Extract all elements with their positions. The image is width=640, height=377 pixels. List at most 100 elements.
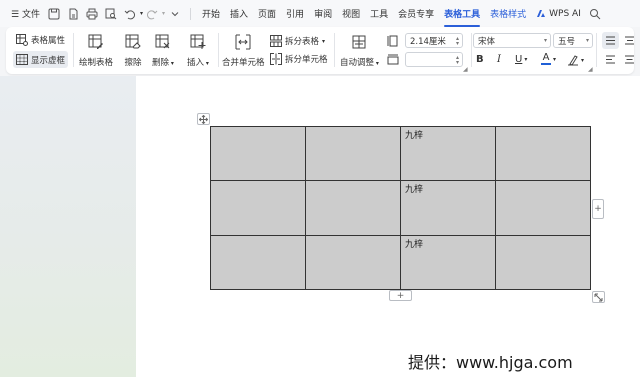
split-table-icon: [270, 35, 282, 47]
tab-page[interactable]: 页面: [253, 7, 281, 20]
tab-tools[interactable]: 工具: [365, 7, 393, 20]
insert-button[interactable]: 插入 ▾: [187, 32, 209, 68]
row-height-stepper-icon[interactable]: ▴ ▾: [456, 35, 459, 46]
align-top-button[interactable]: [602, 32, 619, 49]
italic-button[interactable]: I: [497, 54, 501, 65]
table-properties-icon: [16, 34, 28, 46]
clear-format-icon: [568, 55, 578, 66]
plus-icon: +: [594, 204, 602, 214]
auto-adjust-icon: [352, 35, 366, 49]
font-name-select[interactable]: 宋体 ▾: [473, 33, 551, 48]
table-move-handle-icon[interactable]: [197, 113, 210, 125]
show-gridlines-button[interactable]: 显示虚框: [13, 51, 69, 68]
draw-table-icon: [88, 34, 103, 49]
merge-cells-button[interactable]: 合并单元格: [222, 32, 265, 68]
table-cell[interactable]: [210, 180, 306, 236]
tab-home[interactable]: 开始: [197, 7, 225, 20]
table-cell[interactable]: [305, 125, 401, 182]
column-width-input[interactable]: ▴ ▾: [405, 52, 463, 67]
eraser-icon: [125, 34, 141, 49]
table-cell[interactable]: [495, 125, 591, 182]
ribbon-toolbar: 表格属性 显示虚框 绘制表格 擦除 删除 ▾ 插入 ▾ 合并单元格 拆分表格 ▾…: [6, 27, 634, 74]
add-row-button[interactable]: +: [389, 290, 412, 301]
ribbon-separator: [73, 33, 74, 67]
row-height-value: 2.14厘米: [410, 36, 446, 47]
table-properties-button[interactable]: 表格属性: [16, 34, 65, 46]
table-cell[interactable]: [305, 234, 401, 291]
tab-table-tools[interactable]: 表格工具: [439, 7, 485, 27]
table-cell[interactable]: [495, 180, 591, 236]
split-table-dropdown-icon: ▾: [322, 37, 326, 45]
file-menu[interactable]: ☰ 文件: [6, 7, 45, 20]
table-resize-handle-icon[interactable]: [592, 291, 605, 303]
delete-button[interactable]: 删除 ▾: [152, 32, 174, 68]
left-panel: [0, 76, 136, 377]
row-height-input[interactable]: 2.14厘米 ▴ ▾: [405, 33, 463, 48]
table-cell[interactable]: [305, 180, 401, 236]
tab-references[interactable]: 引用: [281, 7, 309, 20]
column-width-stepper-icon[interactable]: ▴ ▾: [456, 54, 459, 65]
print-icon[interactable]: [83, 4, 102, 23]
italic-label: I: [497, 54, 501, 65]
insert-table-icon: [190, 34, 206, 49]
tab-view[interactable]: 视图: [337, 7, 365, 20]
delete-table-icon: [155, 34, 170, 49]
wps-ai-button[interactable]: WPS AI: [531, 9, 586, 19]
align-center-icon: [625, 55, 634, 64]
plus-icon: +: [396, 290, 405, 301]
clear-format-dropdown-icon: ▾: [581, 56, 585, 64]
undo-icon[interactable]: [121, 4, 140, 23]
more-chevron-icon[interactable]: [165, 4, 184, 23]
gridlines-icon: [16, 54, 28, 65]
tab-insert[interactable]: 插入: [225, 7, 253, 20]
add-column-button[interactable]: +: [592, 199, 604, 219]
row-height-icon: [387, 35, 398, 47]
tab-review[interactable]: 审阅: [309, 7, 337, 20]
tab-member[interactable]: 会员专享: [393, 7, 439, 20]
font-color-button[interactable]: A ▾: [541, 53, 556, 65]
table-row: 九梓: [210, 234, 591, 291]
align-center-button[interactable]: [624, 55, 634, 64]
print-preview-icon[interactable]: [102, 4, 121, 23]
wps-ai-label: WPS AI: [549, 8, 581, 19]
size-group-expand-icon[interactable]: ◢: [463, 66, 468, 73]
table-cell[interactable]: 九梓: [400, 125, 496, 182]
redo-icon[interactable]: [143, 4, 162, 23]
hamburger-icon: ☰: [11, 10, 20, 20]
search-icon[interactable]: [586, 4, 605, 23]
table-cell[interactable]: 九梓: [400, 234, 496, 291]
menu-separator: [190, 7, 191, 20]
tab-table-style[interactable]: 表格样式: [485, 7, 531, 20]
document-table[interactable]: 九梓 九梓 九梓: [210, 125, 591, 291]
auto-adjust-label: 自动调整: [340, 58, 375, 68]
font-size-select[interactable]: 五号 ▾: [553, 33, 593, 48]
ribbon-separator: [334, 33, 335, 67]
draw-table-button[interactable]: 绘制表格: [79, 32, 113, 68]
align-left-button[interactable]: [605, 55, 616, 64]
bold-button[interactable]: B: [476, 54, 484, 65]
auto-adjust-button[interactable]: 自动调整 ▾: [340, 32, 379, 68]
table-cell[interactable]: 九梓: [400, 180, 496, 236]
export-pdf-icon[interactable]: [64, 4, 83, 23]
table-cell[interactable]: [495, 234, 591, 291]
font-color-bar: [541, 63, 551, 65]
file-label: 文件: [21, 10, 40, 20]
table-cell[interactable]: [210, 125, 306, 182]
merge-cells-label: 合并单元格: [222, 58, 265, 68]
wps-ai-icon: [537, 10, 546, 17]
align-middle-button[interactable]: [624, 32, 634, 49]
clear-format-button[interactable]: ▾: [567, 54, 584, 66]
underline-button[interactable]: U ▾: [515, 54, 527, 65]
split-table-button[interactable]: 拆分表格 ▾: [270, 35, 325, 47]
source-watermark: 提供：www.hjga.com: [408, 353, 573, 372]
table-cell[interactable]: [210, 234, 306, 291]
menu-bar: ☰ 文件 ▾ ▾ 开始 插入 页面 引用 审阅 视图 工具 会员专享 表格工具 …: [0, 0, 640, 27]
ribbon-separator: [218, 33, 219, 67]
split-table-label: 拆分表格: [285, 37, 320, 47]
font-group-expand-icon[interactable]: ◢: [588, 66, 593, 73]
merge-cells-icon: [235, 34, 251, 50]
save-icon[interactable]: [45, 4, 64, 23]
split-cells-button[interactable]: 拆分单元格: [270, 53, 328, 65]
erase-button[interactable]: 擦除: [123, 32, 143, 68]
show-gridlines-label: 显示虚框: [31, 55, 66, 66]
